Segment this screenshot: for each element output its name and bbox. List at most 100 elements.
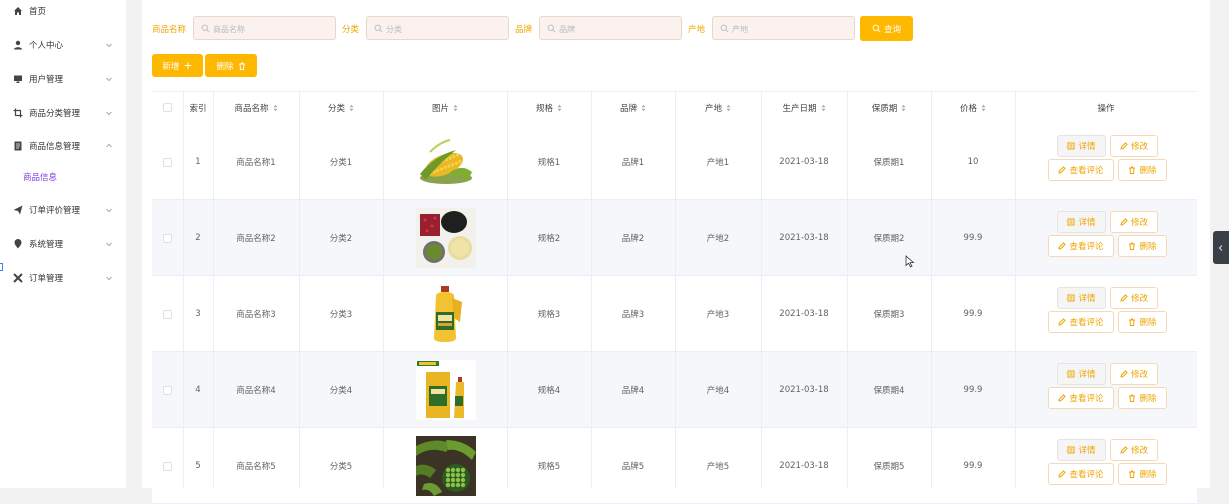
chevron-down-icon (106, 242, 112, 247)
column-header-shelf-life[interactable]: 保质期 (847, 91, 931, 124)
sidebar-item-label: 订单评价管理 (29, 206, 81, 216)
detail-button[interactable]: 详情 (1057, 363, 1106, 385)
sidebar-item-home[interactable]: 首页 (0, 0, 126, 22)
cell-spec: 规格5 (537, 462, 561, 472)
cell-category: 分类1 (329, 158, 353, 168)
cell-brand: 品牌4 (621, 386, 645, 396)
search-input-category[interactable]: 分类 (366, 16, 509, 40)
paper-plane-icon (13, 205, 23, 215)
sort-icon (273, 104, 277, 111)
column-header-category[interactable]: 分类 (299, 91, 383, 124)
sort-icon (726, 104, 731, 111)
sidebar-item-users[interactable]: 用户管理 (0, 68, 126, 90)
sidebar-subitem-product-info[interactable]: 商品信息 (0, 166, 126, 188)
sidebar-item-orders[interactable]: 订单管理 (0, 267, 126, 289)
chevron-down-icon (106, 77, 112, 82)
detail-button[interactable]: 详情 (1057, 439, 1106, 461)
row-delete-button[interactable]: 删除 (1118, 159, 1167, 181)
sort-icon (981, 104, 986, 111)
sort-icon (557, 104, 562, 111)
column-header-operations: 操作 (1097, 103, 1115, 114)
row-delete-button[interactable]: 删除 (1118, 463, 1167, 485)
search-input-brand[interactable]: 品牌 (539, 16, 682, 40)
home-icon (13, 6, 23, 16)
row-checkbox[interactable] (163, 462, 172, 471)
search-icon (547, 24, 556, 33)
edit-button[interactable]: 修改 (1110, 211, 1158, 233)
row-delete-button[interactable]: 删除 (1118, 311, 1167, 333)
column-header-spec[interactable]: 规格 (507, 91, 591, 124)
collapse-panel-button[interactable] (1213, 231, 1229, 264)
row-delete-button[interactable]: 删除 (1118, 235, 1167, 257)
cell-shelf: 保质期2 (873, 234, 905, 244)
row-checkbox[interactable] (163, 158, 172, 167)
search-label-origin: 产地 (688, 25, 706, 35)
cell-index: 3 (195, 309, 201, 319)
view-reviews-button[interactable]: 查看评论 (1048, 463, 1114, 485)
view-reviews-button[interactable]: 查看评论 (1048, 235, 1114, 257)
cell-category: 分类5 (329, 462, 353, 472)
chevron-left-icon (1218, 244, 1223, 251)
row-checkbox[interactable] (163, 386, 172, 395)
search-label-name: 商品名称 (152, 25, 187, 35)
cell-origin: 产地5 (706, 462, 730, 472)
search-input-origin[interactable]: 产地 (712, 16, 855, 40)
cell-index: 1 (195, 157, 201, 167)
detail-button[interactable]: 详情 (1057, 135, 1106, 157)
cell-spec: 规格3 (537, 310, 561, 320)
left-edge-marker (0, 263, 3, 271)
cell-price: 99.9 (963, 461, 983, 471)
edit-button[interactable]: 修改 (1110, 363, 1158, 385)
cell-spec: 规格4 (537, 386, 561, 396)
search-icon (201, 24, 210, 33)
edit-button[interactable]: 修改 (1110, 439, 1158, 461)
sidebar-item-product-info[interactable]: 商品信息管理 (0, 135, 126, 157)
sidebar-item-category[interactable]: 商品分类管理 (0, 102, 126, 124)
sort-icon (641, 104, 646, 111)
sidebar-item-label: 首页 (29, 7, 47, 17)
query-button[interactable]: 查询 (860, 16, 913, 41)
chevron-down-icon (106, 43, 112, 48)
row-checkbox[interactable] (163, 234, 172, 243)
column-header-price[interactable]: 价格 (931, 91, 1015, 124)
detail-button[interactable]: 详情 (1057, 287, 1106, 309)
row-delete-button[interactable]: 删除 (1118, 387, 1167, 409)
column-header-origin[interactable]: 产地 (675, 91, 761, 124)
sidebar-item-system[interactable]: 系统管理 (0, 233, 126, 255)
sidebar-item-label: 个人中心 (29, 41, 64, 51)
edit-button[interactable]: 修改 (1110, 135, 1158, 157)
cell-index: 2 (195, 233, 201, 243)
sidebar-item-order-reviews[interactable]: 订单评价管理 (0, 199, 126, 221)
column-header-name[interactable]: 商品名称 (213, 91, 299, 124)
cell-category: 分类4 (329, 386, 353, 396)
column-header-brand[interactable]: 品牌 (591, 91, 675, 124)
view-reviews-button[interactable]: 查看评论 (1048, 387, 1114, 409)
cell-name: 商品名称3 (236, 310, 276, 320)
cell-shelf: 保质期5 (873, 462, 905, 472)
cell-date: 2021-03-18 (779, 157, 829, 167)
cell-price: 99.9 (963, 385, 983, 395)
sidebar-item-label: 商品分类管理 (29, 109, 81, 119)
edit-button[interactable]: 修改 (1110, 287, 1158, 309)
cell-date: 2021-03-18 (779, 461, 829, 471)
row-checkbox[interactable] (163, 310, 172, 319)
add-button[interactable]: 新增 + (152, 54, 203, 77)
sidebar: 首页 个人中心 用户管理 商品分类管理 商品信息管理 商品信息 订单评价管理 系… (0, 0, 126, 488)
cell-shelf: 保质期1 (873, 158, 905, 168)
product-image (416, 436, 476, 496)
column-header-date[interactable]: 生产日期 (761, 91, 847, 124)
trash-icon (238, 62, 245, 70)
view-reviews-button[interactable]: 查看评论 (1048, 311, 1114, 333)
delete-button[interactable]: 删除 (205, 54, 257, 77)
cell-name: 商品名称5 (236, 462, 276, 472)
view-reviews-button[interactable]: 查看评论 (1048, 159, 1114, 181)
chevron-down-icon (106, 208, 112, 213)
column-header-image[interactable]: 图片 (383, 91, 507, 124)
detail-button[interactable]: 详情 (1057, 211, 1106, 233)
search-input-name[interactable]: 商品名称 (193, 16, 336, 40)
product-image (416, 284, 476, 344)
select-all-checkbox[interactable] (163, 103, 172, 112)
cell-date: 2021-03-18 (779, 309, 829, 319)
sidebar-item-profile[interactable]: 个人中心 (0, 34, 126, 56)
sidebar-subitem-label: 商品信息 (23, 173, 58, 183)
